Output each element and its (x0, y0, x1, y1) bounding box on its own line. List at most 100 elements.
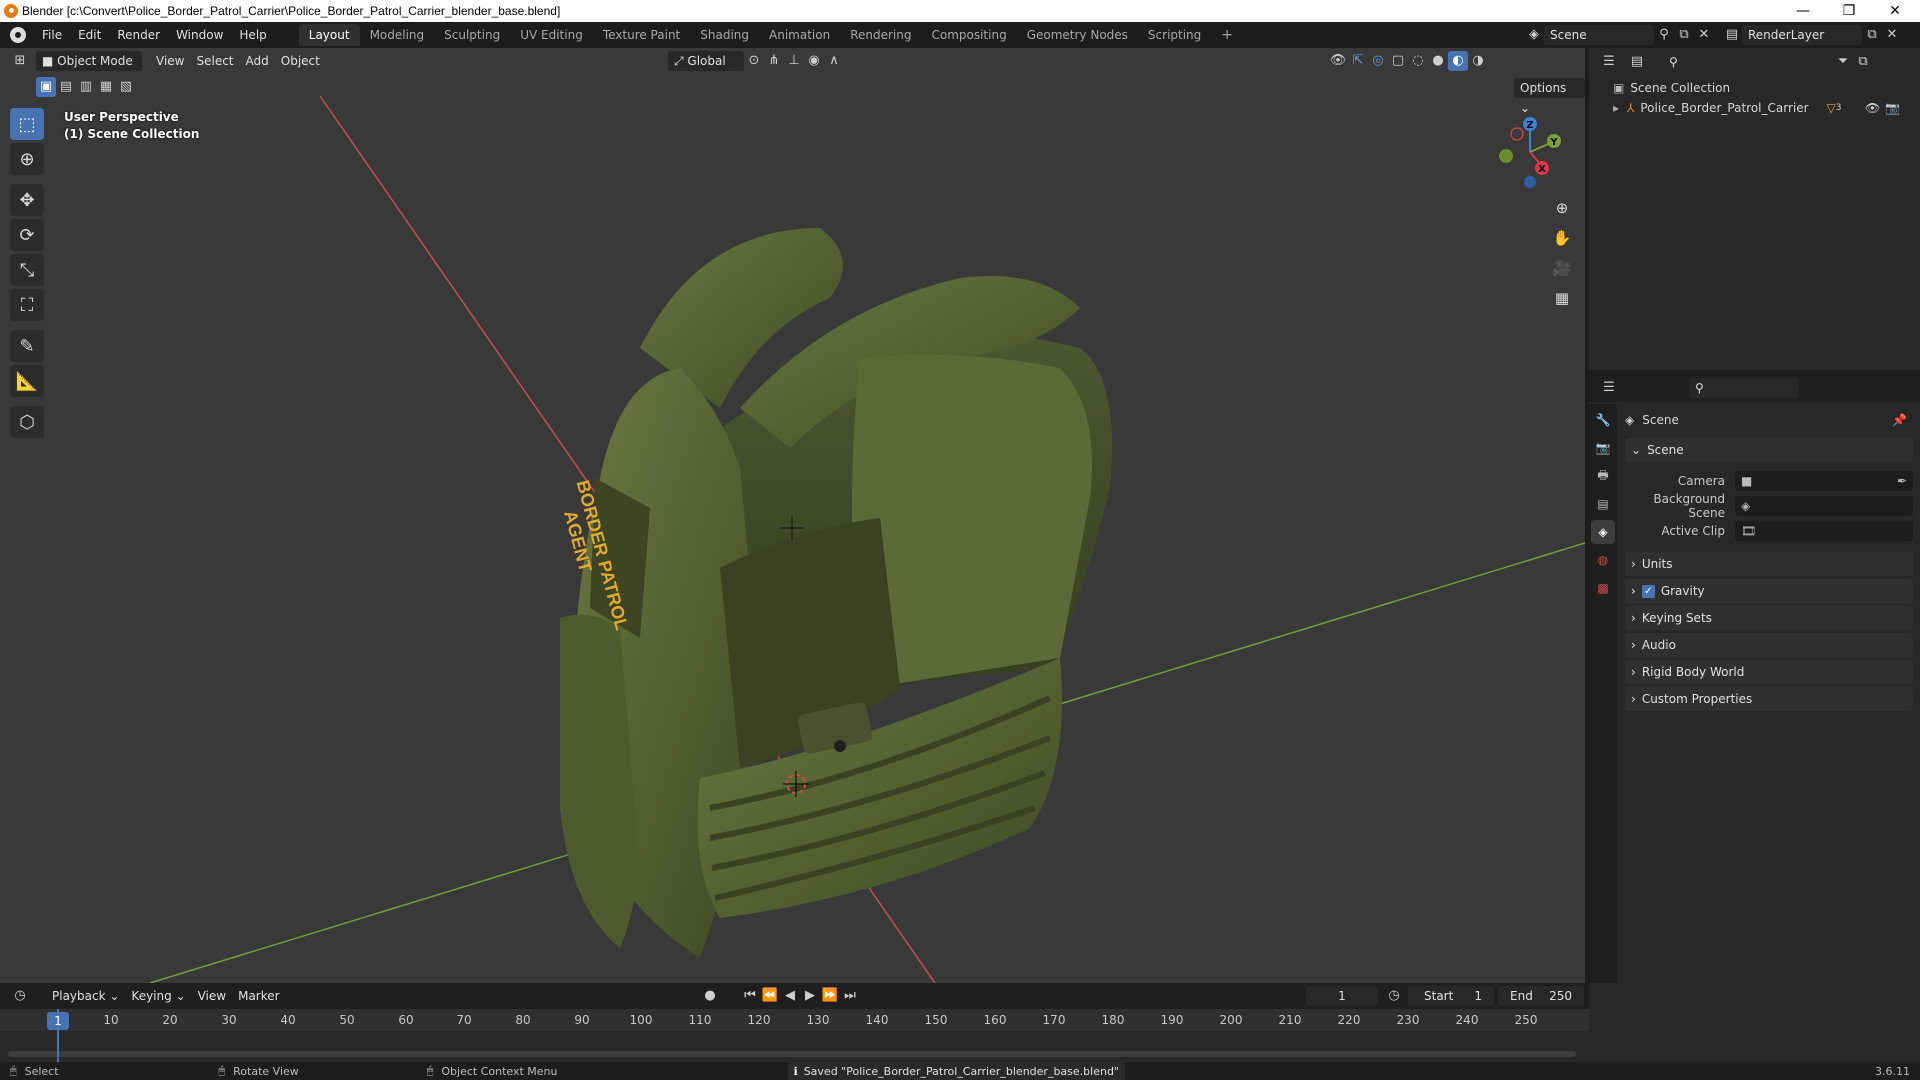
tab-shading[interactable]: Shading (690, 24, 759, 46)
annotate-tool[interactable]: ✎ (10, 330, 44, 362)
active-clip-field[interactable]: 🎞 (1735, 521, 1913, 541)
zoom-view-button[interactable]: ⊕ (1548, 194, 1576, 222)
cursor-tool[interactable]: ⊕ (10, 143, 44, 175)
tab-modeling[interactable]: Modeling (360, 24, 435, 46)
render-layer-icon[interactable]: ▤ (1722, 25, 1742, 45)
scene-icon[interactable]: ◈ (1524, 25, 1544, 45)
panel-custom-properties[interactable]: › Custom Properties (1625, 687, 1913, 711)
maximize-button[interactable]: ❐ (1826, 0, 1872, 22)
tab-view-layer[interactable]: ▤ (1591, 492, 1615, 516)
3d-viewport[interactable]: ⊞ ■ Object Mode ⌄ View Select Add Object… (0, 48, 1585, 983)
new-scene-icon[interactable]: ⧉ (1674, 25, 1694, 45)
panel-rigid-body-world[interactable]: › Rigid Body World (1625, 660, 1913, 684)
pin-icon[interactable]: 📌 (1892, 413, 1907, 427)
tab-world[interactable]: ◍ (1591, 548, 1615, 572)
delete-scene-icon[interactable]: ✕ (1694, 25, 1714, 45)
new-layer-icon[interactable]: ⧉ (1862, 25, 1882, 45)
timeline-menu-view[interactable]: View (192, 986, 232, 1006)
timeline-menu-keying[interactable]: Keying ⌄ (125, 986, 191, 1006)
close-button[interactable]: ✕ (1872, 0, 1918, 22)
transform-tool[interactable]: ⛶ (10, 289, 44, 321)
camera-field[interactable]: ■ ✒ (1735, 471, 1913, 491)
panel-scene-header[interactable]: ⌄ Scene (1625, 438, 1913, 462)
prev-keyframe-icon[interactable]: ⏪ (760, 986, 780, 1006)
tab-sculpting[interactable]: Sculpting (434, 24, 510, 46)
tab-compositing[interactable]: Compositing (921, 24, 1016, 46)
new-collection-icon[interactable]: ⧉ (1853, 52, 1873, 72)
tab-uv-editing[interactable]: UV Editing (510, 24, 593, 46)
timeline-ruler[interactable]: 1 10 20 30 40 50 60 70 80 90 100 110 120… (0, 1009, 1589, 1031)
move-tool[interactable]: ✥ (10, 184, 44, 216)
timeline-menu-playback[interactable]: Playback ⌄ (46, 986, 125, 1006)
tab-texture-paint[interactable]: Texture Paint (593, 24, 690, 46)
pin-icon[interactable]: ⚲ (1654, 25, 1674, 45)
tab-render[interactable]: 📷 (1591, 436, 1615, 460)
ortho-toggle-button[interactable]: ▦ (1548, 284, 1576, 312)
menu-edit[interactable]: Edit (70, 22, 109, 48)
panel-audio[interactable]: › Audio (1625, 633, 1913, 657)
outliner-root-row[interactable]: ▣ Scene Collection (1613, 78, 1730, 98)
tab-layout[interactable]: Layout (298, 24, 360, 46)
add-workspace-button[interactable]: + (1211, 24, 1243, 46)
delete-layer-icon[interactable]: ✕ (1882, 25, 1902, 45)
play-reverse-icon[interactable]: ◀ (780, 986, 800, 1006)
tab-scene[interactable]: ◈ (1591, 520, 1615, 544)
playhead-frame-label[interactable]: 1 (47, 1012, 69, 1030)
jump-end-icon[interactable]: ⏭ (840, 986, 860, 1006)
tab-scripting[interactable]: Scripting (1138, 24, 1211, 46)
next-keyframe-icon[interactable]: ⏩ (820, 986, 840, 1006)
menu-help[interactable]: Help (231, 22, 274, 48)
rotate-tool[interactable]: ⟳ (10, 219, 44, 251)
start-frame-field[interactable]: Start 1 (1408, 986, 1494, 1006)
eyedropper-icon[interactable]: ✒ (1897, 474, 1907, 488)
filter-icon[interactable]: ⏷ (1833, 52, 1853, 72)
expand-arrow-icon[interactable]: ▸ (1613, 101, 1619, 115)
timeline-menu-marker[interactable]: Marker (232, 986, 285, 1006)
display-mode-icon[interactable]: ▤ (1627, 52, 1647, 72)
camera-view-button[interactable]: 🎥 (1548, 254, 1576, 282)
tab-texture[interactable]: ▩ (1591, 576, 1615, 600)
tick-label: 120 (747, 1013, 771, 1027)
scene-selector[interactable]: Scene (1544, 25, 1654, 45)
gravity-checkbox[interactable]: ✓ (1641, 584, 1655, 598)
tab-tool[interactable]: 🔧 (1591, 408, 1615, 432)
scale-tool[interactable]: ⤡ (10, 254, 44, 286)
record-icon[interactable]: ● (700, 986, 720, 1006)
end-frame-field[interactable]: End 250 (1498, 986, 1584, 1006)
background-scene-field[interactable]: ◈ (1735, 496, 1913, 516)
tab-animation[interactable]: Animation (759, 24, 840, 46)
tab-geometry-nodes[interactable]: Geometry Nodes (1017, 24, 1138, 46)
menu-render[interactable]: Render (109, 22, 168, 48)
vest-model[interactable] (560, 228, 1112, 958)
render-camera-icon[interactable]: 📷 (1885, 101, 1900, 115)
play-icon[interactable]: ▶ (800, 986, 820, 1006)
menu-file[interactable]: File (34, 22, 70, 48)
timeline-editor-icon[interactable]: ◷ (10, 986, 30, 1006)
visibility-eye-icon[interactable]: 👁 (1865, 101, 1880, 115)
current-frame-field[interactable]: 1 (1306, 986, 1378, 1006)
panel-gravity[interactable]: › ✓ Gravity (1625, 579, 1913, 603)
jump-start-icon[interactable]: ⏮ (740, 986, 760, 1006)
timeline-track-area[interactable] (0, 1031, 1589, 1062)
outliner-row[interactable]: ▸ ⅄ Police_Border_Patrol_Carrier ▽ 3 👁 📷 (1613, 98, 1913, 118)
blender-menu-icon[interactable] (10, 27, 26, 43)
add-cube-tool[interactable]: ⬡ (10, 406, 44, 438)
menu-window[interactable]: Window (168, 22, 231, 48)
select-box-tool[interactable]: ⬚ (10, 108, 44, 140)
minimize-button[interactable]: — (1780, 0, 1826, 22)
render-layer-selector[interactable]: RenderLayer (1742, 25, 1862, 45)
panel-keying-sets[interactable]: › Keying Sets (1625, 606, 1913, 630)
tab-rendering[interactable]: Rendering (840, 24, 921, 46)
measure-tool[interactable]: 📐 (10, 365, 44, 397)
outliner-search-input[interactable]: ⚲ (1663, 52, 1773, 72)
panel-units[interactable]: › Units (1625, 552, 1913, 576)
tab-output[interactable]: 🖶 (1591, 464, 1615, 488)
outliner-editor-icon[interactable]: ☰ (1599, 52, 1619, 72)
properties-editor-icon[interactable]: ☰ (1599, 378, 1619, 398)
clock-icon[interactable]: ◷ (1384, 986, 1404, 1006)
navigation-gizmo[interactable]: Z Y X (1490, 112, 1570, 192)
timeline-scrollbar[interactable] (8, 1051, 1576, 1057)
outliner-panel: ☰ ▤ ⚲ ⏷ ⧉ ▣ Scene Collection ▸ ⅄ Police_… (1589, 48, 1920, 370)
properties-search-input[interactable]: ⚲ (1689, 378, 1799, 398)
pan-view-button[interactable]: ✋ (1548, 224, 1576, 252)
